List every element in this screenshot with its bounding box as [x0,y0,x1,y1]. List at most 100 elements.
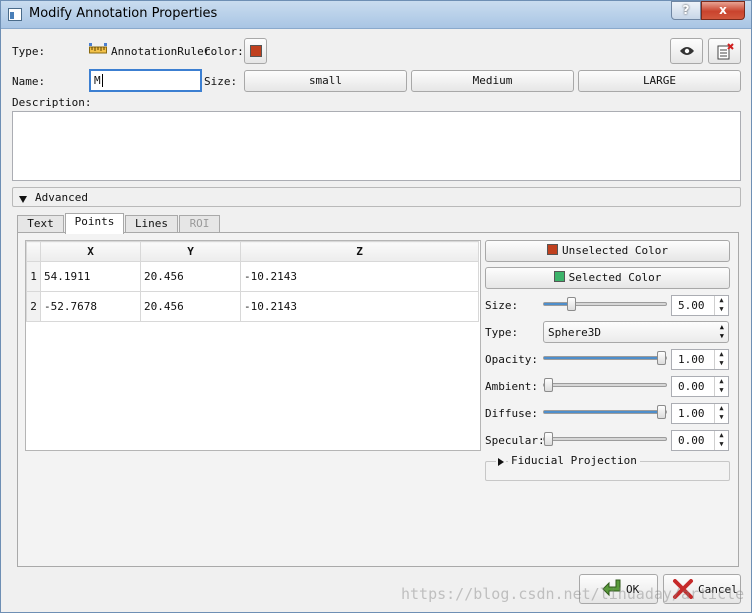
slider-fill [544,411,661,413]
tab-text[interactable]: Text [17,215,64,233]
name-input-value: M [94,74,101,87]
column-header-z[interactable]: Z [240,241,479,262]
locked-list-icon [717,43,734,63]
name-input[interactable]: M [89,69,202,92]
expand-right-icon [496,456,506,469]
color-swatch [250,45,262,57]
eye-icon [679,45,695,60]
corner-header [26,241,41,262]
slider-handle[interactable] [657,351,666,365]
visibility-toggle-button[interactable] [670,38,703,64]
specular-label: Specular: [485,434,545,447]
glyph-size-slider[interactable] [543,297,667,311]
glyph-type-combobox[interactable]: Sphere3D ▲ ▼ [543,321,729,343]
row-number: 2 [26,291,41,322]
spinbox-arrows[interactable]: ▲ ▼ [714,350,728,369]
cell-x[interactable]: 54.1911 [40,261,141,292]
spinbox-arrows[interactable]: ▲ ▼ [714,296,728,315]
slider-handle[interactable] [544,432,553,446]
spinbox-value: 0.00 [678,434,705,447]
title-bar[interactable]: Modify Annotation Properties ? x [1,1,751,29]
spinbox-value: 1.00 [678,407,705,420]
arrow-down-icon[interactable]: ▼ [715,305,728,314]
table-row[interactable]: 2 -52.7678 20.456 -10.2143 [26,291,479,322]
description-textarea[interactable] [12,111,741,181]
cell-z[interactable]: -10.2143 [240,261,479,292]
diffuse-spinbox[interactable]: 1.00 ▲ ▼ [671,403,729,424]
arrow-down-icon[interactable]: ▼ [715,413,728,422]
selected-color-swatch [553,271,565,282]
size-large-button[interactable]: LARGE [578,70,741,92]
app-window-icon [8,8,22,21]
points-table-frame: X Y Z 1 54.1911 20.456 -10.2143 2 -52.76… [25,240,481,451]
slider-handle[interactable] [657,405,666,419]
slider-handle[interactable] [567,297,576,311]
opacity-label: Opacity: [485,353,538,366]
arrow-up-icon[interactable]: ▲ [715,404,728,413]
opacity-spinbox[interactable]: 1.00 ▲ ▼ [671,349,729,370]
column-header-y[interactable]: Y [140,241,241,262]
glyph-type-label: Type: [485,326,519,339]
close-button[interactable]: x [701,1,745,20]
points-tab-panel: X Y Z 1 54.1911 20.456 -10.2143 2 -52.76… [17,232,739,567]
arrow-up-icon[interactable]: ▲ [715,296,728,305]
spinbox-arrows[interactable]: ▲ ▼ [714,404,728,423]
specular-spinbox[interactable]: 0.00 ▲ ▼ [671,430,729,451]
type-label: Type: [12,45,46,58]
cell-y[interactable]: 20.456 [140,291,241,322]
glyph-size-label: Size: [485,299,519,312]
tab-lines[interactable]: Lines [125,215,178,233]
fiducial-projection-group[interactable]: Fiducial Projection [485,454,730,481]
combo-arrows-icon: ▲ ▼ [719,323,724,340]
arrow-down-icon[interactable]: ▼ [715,440,728,449]
row-number: 1 [26,261,41,292]
spinbox-value: 0.00 [678,380,705,393]
spinbox-arrows[interactable]: ▲ ▼ [714,431,728,450]
watermark: https://blog.csdn.net/lihuaday/article [401,585,745,603]
annotation-type-value: AnnotationRuler [111,45,211,58]
cell-x[interactable]: -52.7678 [40,291,141,322]
table-row[interactable]: 1 54.1911 20.456 -10.2143 [26,261,479,292]
spinbox-arrows[interactable]: ▲ ▼ [714,377,728,396]
ambient-slider[interactable] [543,378,667,392]
cell-y[interactable]: 20.456 [140,261,241,292]
column-header-x[interactable]: X [40,241,141,262]
window-title: Modify Annotation Properties [29,6,218,21]
description-label: Description: [12,96,92,109]
slider-handle[interactable] [544,378,553,392]
lock-toggle-button[interactable] [708,38,741,64]
annotation-color-button[interactable] [244,38,267,64]
glyph-size-spinbox[interactable]: 5.00 ▲ ▼ [671,295,729,316]
color-label: Color: [204,45,244,58]
help-button[interactable]: ? [671,1,701,20]
cell-z[interactable]: -10.2143 [240,291,479,322]
arrow-up-icon[interactable]: ▲ [715,431,728,440]
tab-roi: ROI [179,215,220,233]
fiducial-projection-label: Fiducial Projection [508,454,640,467]
slider-fill [544,357,661,359]
selected-color-button[interactable]: Selected Color [485,267,730,289]
advanced-collapsible[interactable]: Advanced [12,187,741,207]
arrow-down-icon[interactable]: ▼ [715,386,728,395]
dialog-window: Modify Annotation Properties ? x Type: A… [0,0,752,613]
points-table[interactable]: X Y Z 1 54.1911 20.456 -10.2143 2 -52.76… [26,241,479,322]
text-cursor [102,74,103,87]
tab-points[interactable]: Points [65,213,124,234]
expand-down-icon [19,193,27,206]
ambient-spinbox[interactable]: 0.00 ▲ ▼ [671,376,729,397]
spinbox-value: 5.00 [678,299,705,312]
size-medium-button[interactable]: Medium [411,70,574,92]
arrow-up-icon[interactable]: ▲ [715,350,728,359]
ambient-label: Ambient: [485,380,538,393]
diffuse-label: Diffuse: [485,407,538,420]
diffuse-slider[interactable] [543,405,667,419]
unselected-color-label: Unselected Color [562,244,668,257]
unselected-color-button[interactable]: Unselected Color [485,240,730,262]
specular-slider[interactable] [543,432,667,446]
opacity-slider[interactable] [543,351,667,365]
ruler-icon [89,43,107,55]
size-small-button[interactable]: small [244,70,407,92]
name-label: Name: [12,75,46,88]
arrow-down-icon[interactable]: ▼ [715,359,728,368]
arrow-up-icon[interactable]: ▲ [715,377,728,386]
